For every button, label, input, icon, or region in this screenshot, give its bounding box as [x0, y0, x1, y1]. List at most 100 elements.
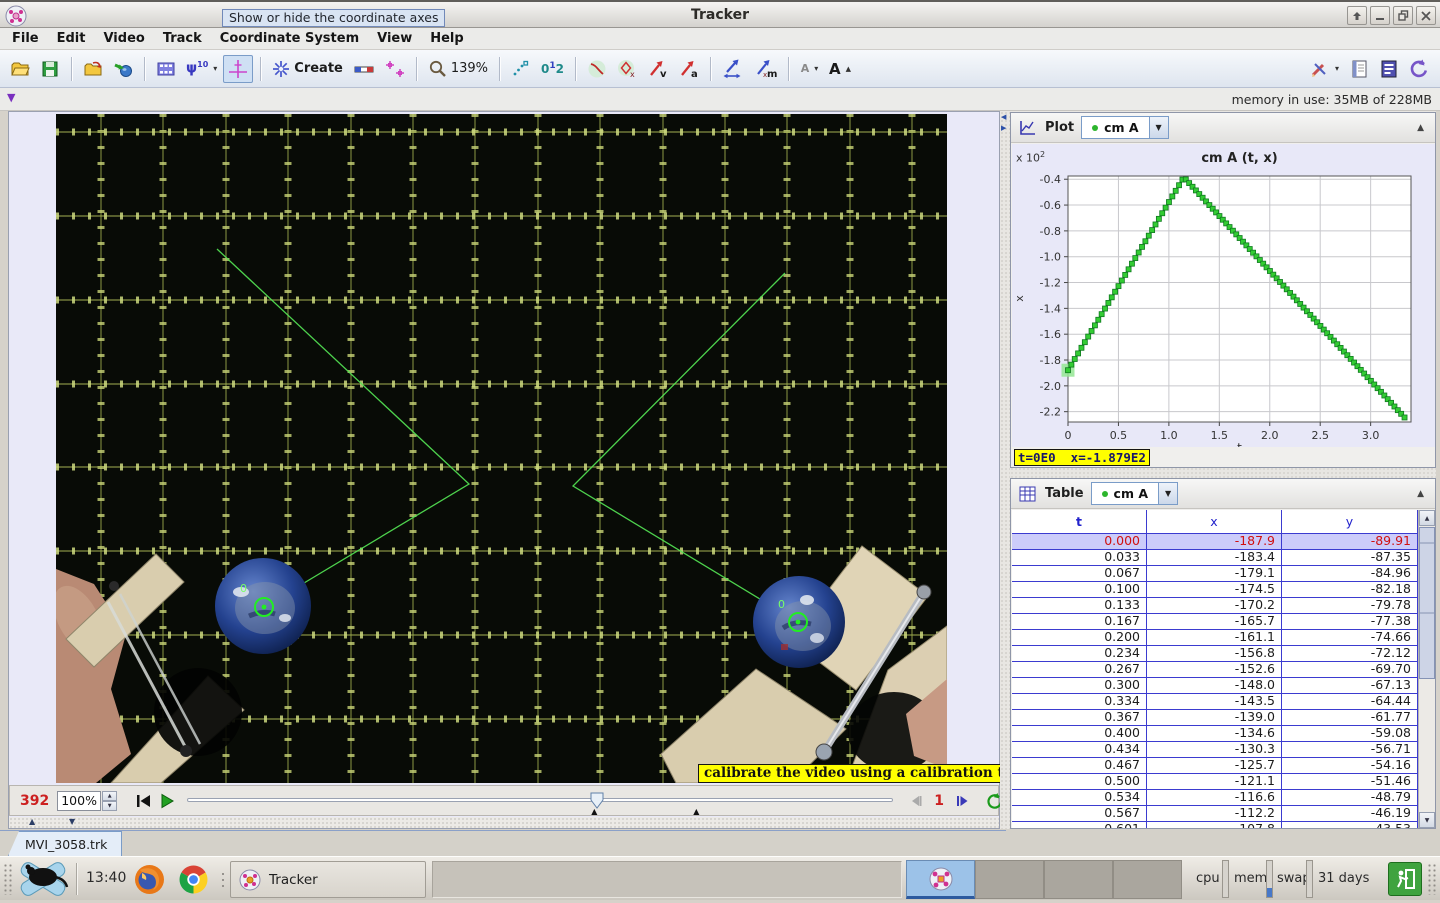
taskbar-grip[interactable] — [3, 863, 13, 895]
video-zoom-value[interactable]: 100% — [57, 790, 102, 811]
font-bigger-button[interactable]: A ▲ — [825, 55, 855, 83]
dropdown-arrow-icon[interactable]: ▼ — [1158, 483, 1178, 504]
video-zoom-spinner[interactable]: 100% ▲ ▼ — [57, 790, 118, 811]
step-back-button[interactable] — [907, 790, 925, 812]
notes-button[interactable] — [1345, 55, 1373, 83]
clip-settings-button[interactable] — [152, 55, 180, 83]
table-row[interactable]: 0.200 -161.1 -74.66 — [1012, 630, 1418, 646]
axes-button[interactable] — [223, 54, 254, 83]
slider-track[interactable] — [187, 797, 894, 802]
clock[interactable]: 13:40 — [86, 870, 126, 886]
track-control-button[interactable]: ψ10 ▾ — [182, 55, 221, 83]
table-row[interactable]: 0.234 -156.8 -72.12 — [1012, 646, 1418, 662]
table-row[interactable]: 0.367 -139.0 -61.77 — [1012, 710, 1418, 726]
plot-track-dropdown[interactable]: cm A ▼ — [1081, 116, 1169, 139]
menu-edit[interactable]: Edit — [49, 29, 96, 49]
window-manager-logo-icon[interactable] — [17, 859, 69, 903]
goto-start-button[interactable] — [134, 790, 152, 812]
step-size[interactable]: 1 — [934, 793, 944, 809]
refresh-button[interactable] — [1404, 55, 1434, 83]
divider-down-icon[interactable]: ▼ — [69, 817, 75, 826]
calibration-stick-button[interactable] — [349, 55, 379, 83]
table-row[interactable]: 0.067 -179.1 -84.96 — [1012, 566, 1418, 582]
open-library-button[interactable] — [79, 55, 107, 83]
logout-button[interactable] — [1388, 862, 1422, 896]
table-row[interactable]: 0.601-107.8-43.53 — [1012, 822, 1418, 828]
minimize-window-button[interactable] — [1370, 6, 1390, 25]
firefox-icon[interactable] — [134, 864, 165, 899]
calibration-points-button[interactable] — [381, 55, 409, 83]
divider-strip[interactable]: ▲ ▼ — [9, 817, 999, 828]
table-row[interactable]: 0.267 -152.6 -69.70 — [1012, 662, 1418, 678]
workspace-pager[interactable] — [906, 860, 1182, 899]
table-row[interactable]: 0.033 -183.4 -87.35 — [1012, 550, 1418, 566]
column-header-y[interactable]: y — [1282, 510, 1418, 533]
column-header-t[interactable]: t — [1012, 510, 1147, 533]
menu-video[interactable]: Video — [95, 29, 154, 49]
font-smaller-button[interactable]: A ▾ — [796, 55, 823, 83]
collapse-plot-button[interactable]: ▲ — [1413, 121, 1428, 135]
accelerations-button[interactable]: a — [674, 55, 703, 83]
chrome-icon[interactable] — [178, 864, 209, 899]
step-forward-button[interactable] — [953, 790, 971, 812]
table-row[interactable]: 0.334 -143.5 -64.44 — [1012, 694, 1418, 710]
drawings-button[interactable]: ▾ — [1305, 55, 1343, 83]
dropdown-arrow-icon[interactable]: ▼ — [1148, 117, 1168, 138]
plot-body[interactable]: 0 0.5 1.0 1.5 2.0 2.5 3.0 -0.4 -0.6 -0.8 -1.0 -1.2 -… — [1012, 144, 1435, 455]
workspace-4[interactable] — [1113, 860, 1182, 899]
import-button[interactable] — [109, 55, 137, 83]
table-row[interactable]: 0.467 -125.7 -54.16 — [1012, 758, 1418, 774]
menu-view[interactable]: View — [369, 29, 422, 49]
splitter-right-icon[interactable]: ▶ — [1001, 124, 1006, 132]
scrollbar-thumb[interactable] — [1419, 527, 1435, 679]
labels-button[interactable]: 012 — [537, 55, 568, 83]
splitter-left-icon[interactable]: ◀ — [1001, 113, 1006, 121]
table-track-dropdown[interactable]: cm A ▼ — [1090, 482, 1179, 505]
menu-track[interactable]: Track — [155, 29, 212, 49]
table-row[interactable]: 0.500 -121.1 -51.46 — [1012, 774, 1418, 790]
table-row[interactable]: 0.000 -187.9 -89.91 — [1012, 534, 1418, 550]
scroll-up-icon[interactable]: ▲ — [1419, 510, 1435, 526]
table-row[interactable]: 0.100 -174.5 -82.18 — [1012, 582, 1418, 598]
taskbar-grip[interactable] — [1427, 863, 1437, 895]
column-header-x[interactable]: x — [1147, 510, 1282, 533]
workspace-1[interactable] — [906, 860, 975, 899]
table-row[interactable]: 0.567 -112.2 -46.19 — [1012, 806, 1418, 822]
table-row[interactable]: 0.434 -130.3 -56.71 — [1012, 742, 1418, 758]
menu-help[interactable]: Help — [422, 29, 473, 49]
zoom-up-button[interactable]: ▲ — [102, 790, 118, 801]
collapse-table-button[interactable]: ▲ — [1413, 487, 1428, 501]
open-button[interactable] — [6, 55, 34, 83]
video-frame[interactable]: 0 0 — [56, 114, 947, 783]
out-point-marker[interactable]: ▲ — [693, 807, 699, 816]
menu-coordinate-system[interactable]: Coordinate System — [212, 29, 369, 49]
chart[interactable]: 0 0.5 1.0 1.5 2.0 2.5 3.0 -0.4 -0.6 -0.8 -1.0 -1.2 -… — [1012, 144, 1435, 455]
table-row[interactable]: 0.133 -170.2 -79.78 — [1012, 598, 1418, 614]
data-builder-button[interactable] — [1375, 55, 1402, 83]
table-row[interactable]: 0.400 -134.6 -59.08 — [1012, 726, 1418, 742]
save-button[interactable] — [36, 55, 64, 83]
workspace-2[interactable] — [975, 860, 1044, 899]
create-button[interactable]: Create — [268, 55, 347, 83]
workspace-3[interactable] — [1044, 860, 1113, 899]
momentum-button[interactable]: xm — [750, 55, 781, 83]
tab-mvi-3058[interactable]: MVI_3058.trk — [8, 831, 123, 856]
taskbar-tracker-button[interactable]: Tracker — [230, 861, 426, 898]
restore-window-button[interactable] — [1393, 6, 1413, 25]
table-row[interactable]: 0.300 -148.0 -67.13 — [1012, 678, 1418, 694]
frame-slider[interactable]: ▲ ▲ — [187, 790, 894, 816]
paths-button[interactable] — [583, 55, 611, 83]
shade-window-button[interactable] — [1347, 6, 1367, 25]
vertical-splitter[interactable]: ◀ ▶ — [1000, 111, 1010, 829]
table-row[interactable]: 0.167 -165.7 -77.38 — [1012, 614, 1418, 630]
table-row[interactable]: 0.534 -116.6 -48.79 — [1012, 790, 1418, 806]
menu-file[interactable]: File — [4, 29, 49, 49]
filter-funnel-icon[interactable]: ▼ — [7, 91, 15, 104]
trails-button[interactable] — [507, 55, 535, 83]
table-scrollbar[interactable]: ▲ ▼ — [1418, 510, 1435, 828]
positions-button[interactable]: x — [613, 55, 641, 83]
scroll-down-icon[interactable]: ▼ — [1419, 812, 1435, 828]
close-window-button[interactable] — [1416, 6, 1436, 25]
play-button[interactable] — [158, 790, 176, 812]
stretch-button[interactable] — [718, 55, 748, 83]
